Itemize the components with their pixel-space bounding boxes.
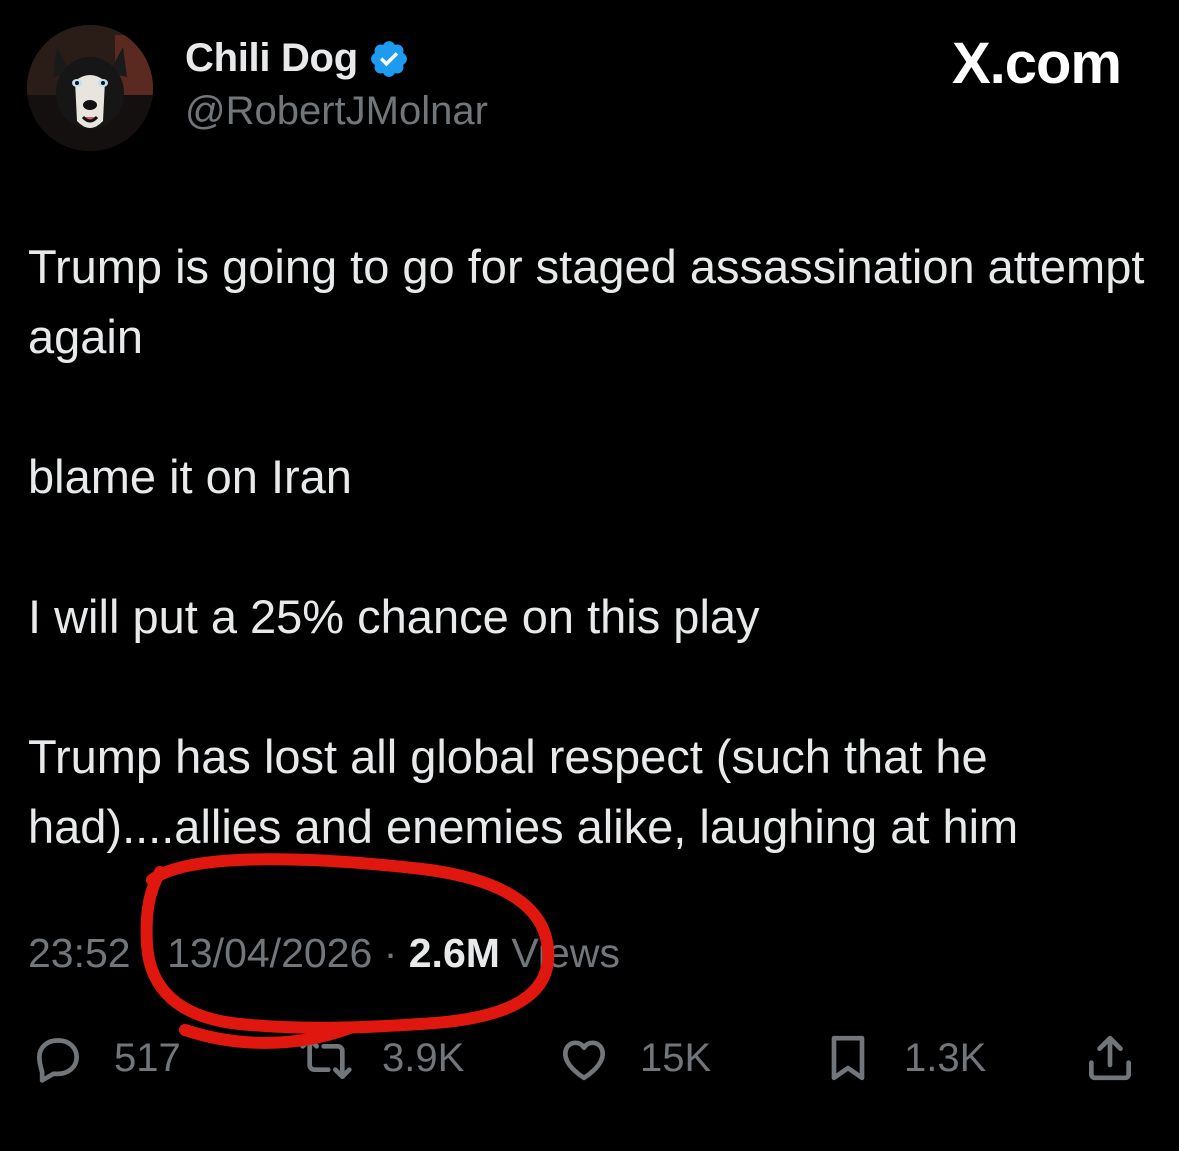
meta-separator: · [142,930,156,976]
tweet-paragraph: Trump is going to go for staged assassin… [28,240,1145,363]
author-name-row[interactable]: Chili Dog [185,36,410,81]
repost-icon [300,1037,352,1079]
like-count: 15K [640,1035,712,1080]
tweet-paragraph: blame it on Iran [28,450,352,503]
reply-count: 517 [114,1035,181,1080]
tweet-meta: 23:52 · 13/04/2026 · 2.6M Views [28,930,620,977]
display-name[interactable]: Chili Dog [185,36,358,81]
action-bar: 517 3.9K 15K 1.3K [28,1030,1148,1090]
bookmark-count: 1.3K [904,1035,987,1080]
avatar[interactable] [27,25,153,151]
reply-button[interactable]: 517 [28,1030,181,1086]
like-button[interactable]: 15K [554,1030,711,1086]
tweet-paragraph: Trump has lost all global respect (such … [28,730,1019,853]
tweet-time[interactable]: 23:52 [28,930,131,976]
site-watermark: X.com [951,31,1122,96]
author-handle[interactable]: @RobertJMolnar [185,89,488,134]
like-icon [563,1040,605,1081]
reply-icon [37,1038,79,1083]
share-button[interactable] [1080,1030,1140,1086]
verified-badge-icon [370,40,407,77]
bookmark-button[interactable]: 1.3K [818,1030,986,1086]
repost-button[interactable]: 3.9K [296,1030,464,1086]
tweet-text: Trump is going to go for staged assassin… [28,232,1148,862]
husky-dog-avatar [27,25,153,151]
repost-count: 3.9K [382,1035,465,1080]
meta-separator: · [383,930,398,976]
tweet-paragraph: I will put a 25% chance on this play [28,590,760,643]
bookmark-icon [831,1035,865,1081]
views-count[interactable]: 2.6M [409,930,500,976]
tweet-date[interactable]: 13/04/2026 [167,930,372,976]
views-label: Views [511,930,620,976]
share-icon [1089,1035,1131,1081]
